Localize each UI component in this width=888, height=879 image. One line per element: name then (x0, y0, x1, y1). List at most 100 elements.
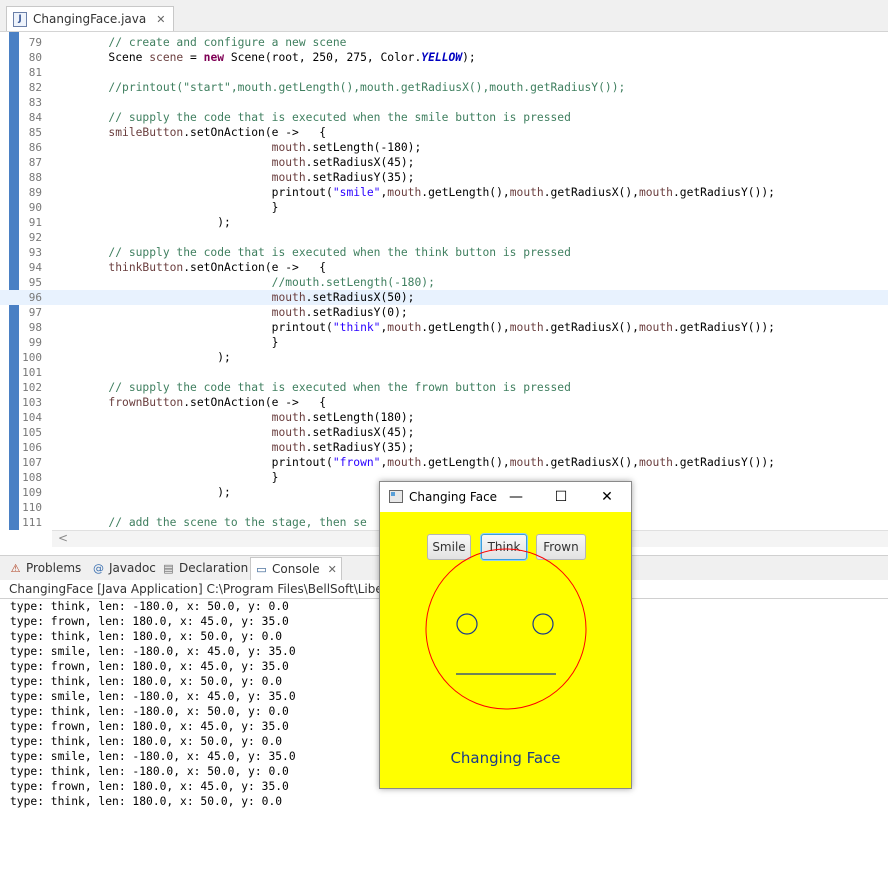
tab-declaration-label: Declaration (179, 561, 249, 575)
line-number: 83 (28, 96, 42, 109)
code-line: 87 mouth.setRadiusX(45); (0, 155, 888, 170)
code-line: 98 printout("think",mouth.getLength(),mo… (0, 320, 888, 335)
code-text: } (54, 470, 279, 485)
line-number: 98 (28, 321, 42, 334)
window-title: Changing Face (409, 490, 498, 504)
code-token: // supply the code that is executed when… (54, 246, 571, 259)
code-token: // add the scene to the stage, then se (54, 516, 367, 529)
code-line: 84 // supply the code that is executed w… (0, 110, 888, 125)
close-tab-icon[interactable]: ✕ (156, 13, 165, 26)
tab-declaration[interactable]: ▤ Declaration (162, 559, 248, 577)
line-number: 105 (22, 426, 42, 439)
code-line: 88 mouth.setRadiusY(35); (0, 170, 888, 185)
code-token: frownButton (54, 396, 184, 409)
code-line: 104 mouth.setLength(180); (0, 410, 888, 425)
code-token: ); (462, 51, 476, 64)
code-token: scene (149, 51, 184, 64)
tab-console-label: Console (272, 562, 320, 576)
code-token: } (54, 336, 279, 349)
code-text: } (54, 335, 279, 350)
code-token: // supply the code that is executed when… (54, 111, 571, 124)
code-token: mouth (54, 156, 306, 169)
code-line: 92 (0, 230, 888, 245)
code-token: // supply the code that is executed when… (54, 381, 571, 394)
code-token: mouth (54, 441, 306, 454)
code-token: } (54, 471, 279, 484)
code-token: ); (54, 351, 231, 364)
console-line: type: smile, len: -180.0, x: 45.0, y: 35… (10, 645, 296, 658)
console-line: type: think, len: -180.0, x: 50.0, y: 0.… (10, 765, 289, 778)
editor-tab-label: ChangingFace.java (33, 12, 147, 26)
code-token: .setRadiusX(45); (305, 156, 415, 169)
code-text: // add the scene to the stage, then se (54, 515, 367, 530)
code-token: printout( (54, 186, 333, 199)
code-text: //printout("start",mouth.getLength(),mou… (54, 80, 625, 95)
code-token: .setRadiusY(35); (305, 441, 415, 454)
line-number: 100 (22, 351, 42, 364)
code-line: 97 mouth.setRadiusY(0); (0, 305, 888, 320)
code-token: new (203, 51, 225, 64)
maximize-button[interactable]: ☐ (551, 487, 571, 507)
code-editor[interactable]: 79 // create and configure a new scene 80… (0, 32, 888, 530)
code-line: 106 mouth.setRadiusY(35); (0, 440, 888, 455)
code-text: frownButton.setOnAction(e -> { (54, 395, 326, 410)
code-line: 81 (0, 65, 888, 80)
code-token: Scene(root, 250, 275, Color. (224, 51, 422, 64)
problems-icon: ⚠ (10, 561, 21, 575)
code-token: .getRadiusX(), (543, 456, 639, 469)
code-line: 80 Scene scene = new Scene(root, 250, 27… (0, 50, 888, 65)
code-token: // create and configure a new scene (54, 36, 347, 49)
code-token: .setOnAction(e -> { (183, 126, 327, 139)
code-text: mouth.setLength(-180); (54, 140, 422, 155)
console-line: type: think, len: 180.0, x: 50.0, y: 0.0 (10, 795, 283, 808)
line-number: 89 (28, 186, 42, 199)
console-line: type: smile, len: -180.0, x: 45.0, y: 35… (10, 690, 296, 703)
line-number: 107 (22, 456, 42, 469)
code-token: mouth (387, 186, 422, 199)
code-line: 83 (0, 95, 888, 110)
close-console-tab-icon[interactable]: ✕ (328, 563, 337, 576)
code-token: mouth (638, 321, 673, 334)
code-text: // supply the code that is executed when… (54, 245, 571, 260)
code-token: mouth (54, 411, 306, 424)
code-text: // supply the code that is executed when… (54, 380, 571, 395)
code-line: 82 //printout("start",mouth.getLength(),… (0, 80, 888, 95)
changing-face-window[interactable]: Changing Face — ☐ ✕ Smile Think Frown Ch… (379, 481, 632, 789)
console-line: type: think, len: -180.0, x: 50.0, y: 0.… (10, 600, 289, 613)
tab-javadoc[interactable]: @ Javadoc (92, 559, 156, 577)
code-line: 101 (0, 365, 888, 380)
code-token: .getLength(), (421, 321, 510, 334)
code-text: mouth.setRadiusY(0); (54, 305, 408, 320)
tab-console[interactable]: ▭ Console ✕ (250, 557, 342, 580)
code-token: thinkButton (54, 261, 184, 274)
scroll-left-icon[interactable]: < (58, 531, 68, 545)
line-number: 111 (22, 516, 42, 529)
code-line: 90 } (0, 200, 888, 215)
code-token: ); (54, 216, 231, 229)
tab-problems[interactable]: ⚠ Problems (9, 559, 82, 577)
line-number: 93 (28, 246, 42, 259)
code-token: .setRadiusX(45); (305, 426, 415, 439)
code-token: .getRadiusY()); (672, 456, 775, 469)
window-title-bar[interactable]: Changing Face — ☐ ✕ (380, 482, 631, 512)
console-icon: ▭ (256, 562, 267, 576)
close-window-button[interactable]: ✕ (597, 487, 617, 507)
code-text: printout("frown",mouth.getLength(),mouth… (54, 455, 775, 470)
code-token: .getRadiusY()); (672, 186, 775, 199)
face-scene: Smile Think Frown Changing Face (380, 512, 631, 788)
editor-tab-changingface[interactable]: J ChangingFace.java ✕ (6, 6, 175, 31)
code-text: mouth.setLength(180); (54, 410, 415, 425)
line-number: 91 (28, 216, 42, 229)
minimize-button[interactable]: — (506, 487, 526, 507)
line-number: 87 (28, 156, 42, 169)
line-number: 97 (28, 306, 42, 319)
line-number: 92 (28, 231, 42, 244)
code-token: mouth (509, 186, 544, 199)
code-line: 86 mouth.setLength(-180); (0, 140, 888, 155)
console-line: type: think, len: 180.0, x: 50.0, y: 0.0 (10, 630, 283, 643)
declaration-icon: ▤ (163, 561, 174, 575)
tab-problems-label: Problems (26, 561, 82, 575)
code-token: mouth (54, 306, 306, 319)
app-window-icon (389, 490, 403, 503)
face-drawing (425, 548, 587, 710)
